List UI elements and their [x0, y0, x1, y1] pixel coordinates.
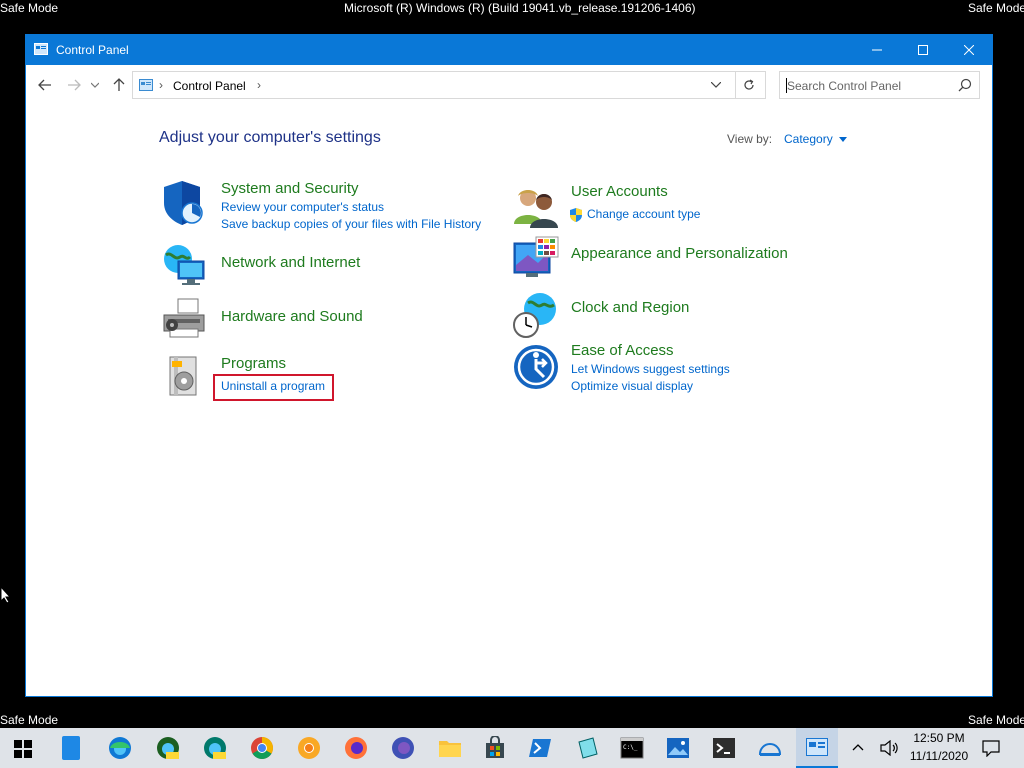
category-user-accounts[interactable]: User Accounts [571, 183, 668, 200]
uac-shield-icon [570, 208, 582, 222]
title-bar[interactable]: Control Panel [26, 35, 992, 65]
firefox-nightly-icon[interactable] [391, 736, 415, 760]
edge-canary-icon[interactable] [203, 736, 227, 760]
safe-mode-label: Safe Mode [968, 1, 1024, 15]
category-programs[interactable]: Programs [221, 355, 286, 372]
safe-mode-label: Safe Mode [0, 713, 59, 727]
minimize-button[interactable] [854, 35, 900, 65]
maximize-icon [918, 45, 928, 55]
divider [735, 72, 736, 98]
control-panel-icon [139, 79, 153, 91]
safe-mode-label: Safe Mode [968, 713, 1024, 727]
document-app-icon[interactable] [62, 736, 80, 760]
refresh-icon[interactable] [743, 79, 755, 91]
programs-icon[interactable] [160, 351, 208, 399]
taskbar-control-panel[interactable] [796, 728, 838, 768]
recent-locations-button[interactable] [89, 75, 101, 95]
category-network-and-internet[interactable]: Network and Internet [221, 254, 360, 271]
chevron-down-icon [91, 82, 99, 88]
close-icon [964, 45, 974, 55]
shield-icon[interactable] [160, 179, 208, 227]
file-explorer-icon[interactable] [438, 737, 462, 759]
edge-dev-icon[interactable] [156, 736, 180, 760]
arrow-right-icon [68, 79, 81, 91]
store-icon[interactable] [483, 736, 507, 760]
category-clock-and-region[interactable]: Clock and Region [571, 299, 689, 316]
photos-icon[interactable] [666, 737, 690, 759]
control-panel-icon [806, 738, 828, 756]
link-optimize-visual-display[interactable]: Optimize visual display [571, 379, 693, 393]
category-hardware-and-sound[interactable]: Hardware and Sound [221, 308, 363, 325]
arrow-up-icon [113, 78, 125, 91]
chrome-icon[interactable] [250, 736, 274, 760]
control-panel-icon [34, 43, 48, 55]
safe-mode-label: Safe Mode [0, 1, 59, 15]
build-label: Microsoft (R) Windows (R) (Build 19041.v… [344, 1, 696, 15]
up-button[interactable] [109, 75, 129, 95]
chrome-canary-icon[interactable] [297, 736, 321, 760]
search-input[interactable]: Search Control Panel [779, 71, 980, 99]
forward-button[interactable] [64, 75, 84, 95]
terminal-icon[interactable] [712, 737, 736, 759]
chevron-right-icon[interactable]: › [159, 78, 163, 92]
link-file-history[interactable]: Save backup copies of your files with Fi… [221, 217, 481, 231]
link-windows-suggest-settings[interactable]: Let Windows suggest settings [571, 362, 730, 376]
command-prompt-icon[interactable]: C:\_ [620, 737, 644, 759]
volume-icon[interactable] [880, 740, 900, 756]
page-title: Adjust your computer's settings [159, 129, 381, 146]
window-title: Control Panel [56, 43, 129, 57]
view-by-label: View by: [727, 132, 773, 146]
users-icon[interactable] [512, 184, 560, 232]
network-globe-icon[interactable] [160, 241, 208, 289]
clock-globe-icon[interactable] [512, 291, 560, 339]
view-by-dropdown[interactable]: Category [784, 132, 848, 146]
close-button[interactable] [946, 35, 992, 65]
svg-text:C:\_: C:\_ [623, 744, 638, 751]
notepad-icon[interactable] [575, 736, 599, 760]
appearance-icon[interactable] [512, 235, 560, 283]
arrow-left-icon [38, 79, 51, 91]
minimize-icon [872, 49, 882, 51]
link-review-status[interactable]: Review your computer's status [221, 200, 384, 214]
breadcrumb-control-panel[interactable]: Control Panel [173, 79, 246, 93]
edge-icon[interactable] [108, 736, 132, 760]
category-appearance[interactable]: Appearance and Personalization [571, 245, 788, 262]
clock-time[interactable]: 12:50 PM [904, 731, 974, 745]
link-uninstall-program[interactable]: Uninstall a program [221, 379, 325, 393]
chevron-down-icon[interactable] [711, 82, 721, 88]
back-button[interactable] [35, 75, 55, 95]
notification-icon[interactable] [982, 739, 1000, 757]
category-system-and-security[interactable]: System and Security [221, 180, 359, 197]
category-ease-of-access[interactable]: Ease of Access [571, 342, 674, 359]
chevron-up-icon[interactable] [852, 743, 864, 751]
powershell-icon[interactable] [528, 737, 552, 759]
windows-start-icon[interactable] [14, 740, 32, 758]
ease-of-access-icon[interactable] [512, 343, 560, 391]
search-placeholder: Search Control Panel [787, 79, 902, 93]
address-bar[interactable]: › Control Panel › [132, 71, 766, 99]
mouse-cursor-icon [0, 586, 12, 604]
link-change-account-type[interactable]: Change account type [587, 207, 700, 221]
control-panel-window: Control Panel › Control Panel › Search C… [25, 34, 993, 697]
chevron-right-icon[interactable]: › [257, 78, 261, 92]
printer-icon[interactable] [160, 295, 208, 343]
view-by-value: Category [784, 132, 833, 146]
taskbar: C:\_ 12:50 PM 11/11/2020 [0, 728, 1024, 768]
caret-down-icon [839, 137, 848, 143]
clock-date[interactable]: 11/11/2020 [904, 749, 974, 763]
maximize-button[interactable] [900, 35, 946, 65]
search-icon[interactable] [958, 78, 972, 92]
firefox-icon[interactable] [344, 736, 368, 760]
remote-desktop-icon[interactable] [758, 738, 782, 758]
